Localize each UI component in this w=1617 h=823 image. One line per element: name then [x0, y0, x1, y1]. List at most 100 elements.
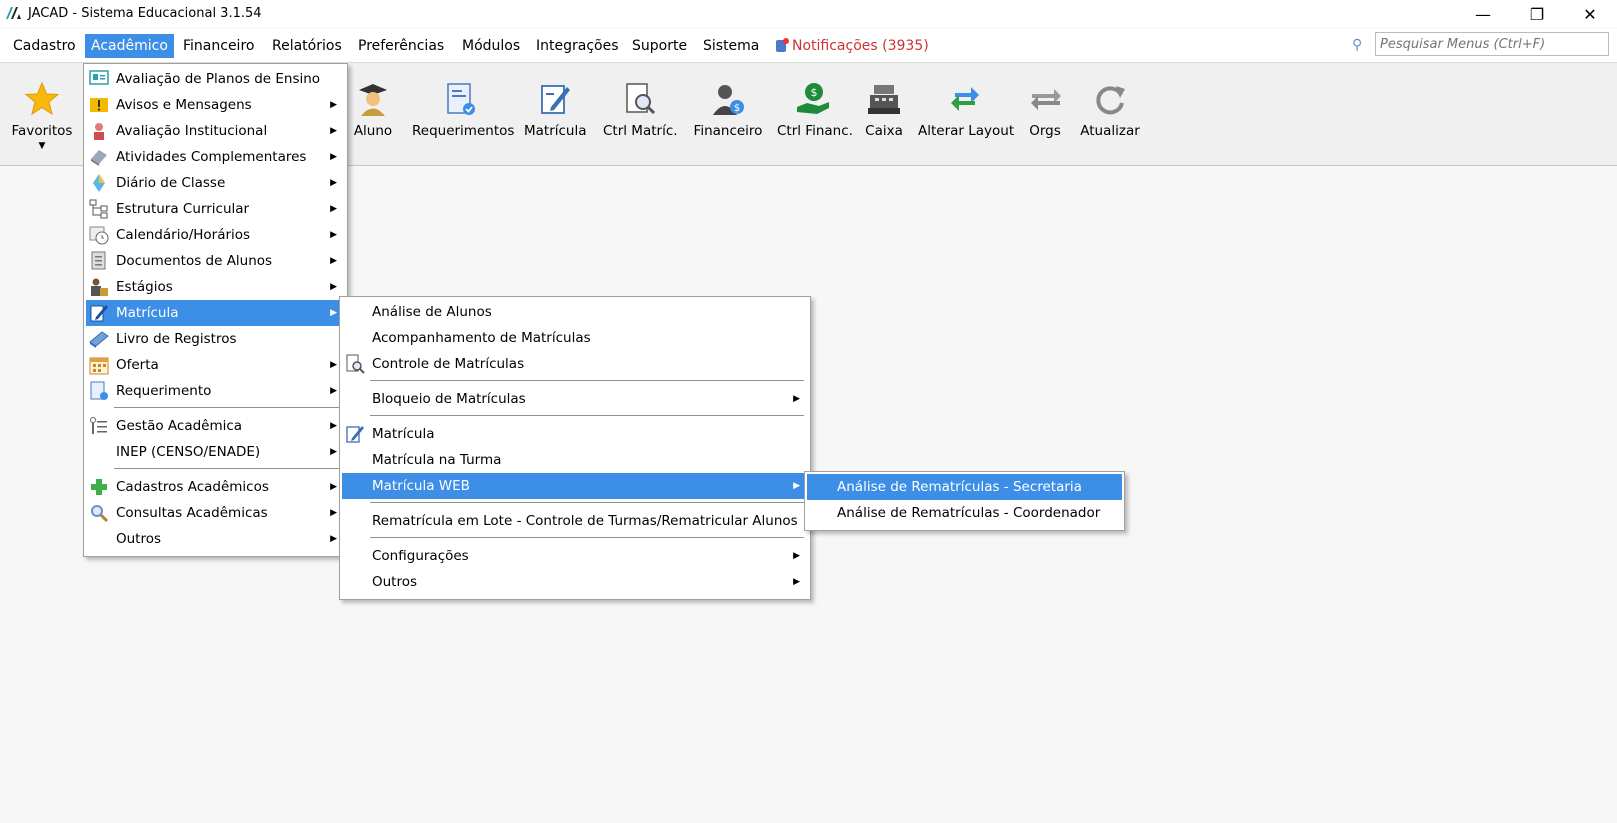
toolbar-atualizar-button[interactable]: Atualizar — [1080, 73, 1140, 139]
toolbar-financeiro-button[interactable]: $ Financeiro — [692, 73, 764, 139]
toolbar-alterar-layout-button[interactable]: Alterar Layout — [918, 73, 1014, 139]
menu-item-atividades-complementares[interactable]: Atividades Complementares ▶ — [86, 144, 345, 170]
internship-icon — [91, 278, 108, 296]
menu-separator — [370, 537, 804, 538]
menu-modulos[interactable]: Módulos — [456, 34, 526, 58]
toolbar-matricula-button[interactable]: Matrícula — [524, 73, 587, 139]
calendar-clock-icon — [89, 226, 109, 245]
menu-relatorios[interactable]: Relatórios — [266, 34, 348, 58]
submenu-arrow-icon: ▶ — [330, 360, 337, 370]
search-icon: ⚲ — [1352, 37, 1363, 53]
menu-item-analise-rematriculas-coordenador[interactable]: Análise de Rematrículas - Coordenador — [807, 500, 1122, 526]
warning-message-icon — [90, 98, 108, 112]
maximize-button[interactable]: ❐ — [1510, 0, 1564, 28]
menu-sistema[interactable]: Sistema — [697, 34, 765, 58]
menu-item-outros[interactable]: Outros ▶ — [342, 569, 808, 595]
menu-separator — [114, 407, 341, 408]
submenu-arrow-icon: ▶ — [793, 577, 800, 587]
menu-integracoes[interactable]: Integrações — [530, 34, 625, 58]
notifications-label: Notificações (3935) — [792, 38, 929, 54]
notifications-menu[interactable]: Notificações (3935) — [770, 34, 935, 58]
menu-item-matricula[interactable]: Matrícula — [342, 421, 808, 447]
menu-item-label: Rematrícula em Lote - Controle de Turmas… — [372, 513, 798, 529]
menu-item-avaliacao-planos[interactable]: Avaliação de Planos de Ensino — [86, 66, 345, 92]
menu-item-controle-matriculas[interactable]: Controle de Matrículas — [342, 351, 808, 377]
menu-item-label: Controle de Matrículas — [372, 356, 525, 372]
star-icon — [22, 79, 62, 119]
menu-item-analise-rematriculas-secretaria[interactable]: Análise de Rematrículas - Secretaria — [807, 474, 1122, 500]
structure-tree-icon — [89, 199, 108, 219]
toolbar-atualizar-label: Atualizar — [1080, 123, 1140, 139]
menu-academico[interactable]: Acadêmico — [85, 34, 174, 58]
menu-item-label: Outros — [372, 574, 418, 590]
toolbar-orgs-button[interactable]: Orgs — [1026, 73, 1064, 139]
toolbar-favorites-button[interactable]: Favoritos ▼ — [6, 73, 78, 151]
menu-item-label: Livro de Registros — [116, 331, 237, 347]
menu-item-outros[interactable]: Outros ▶ — [86, 526, 345, 552]
toolbar-ctrl-financ-button[interactable]: $ Ctrl Financ. — [777, 73, 853, 139]
book-icon — [89, 331, 109, 348]
submenu-arrow-icon: ▶ — [793, 551, 800, 561]
menu-item-gestao-academica[interactable]: Gestão Acadêmica ▶ — [86, 413, 345, 439]
submenu-arrow-icon: ▶ — [330, 256, 337, 266]
menu-item-estagios[interactable]: Estágios ▶ — [86, 274, 345, 300]
submenu-arrow-icon: ▶ — [330, 308, 337, 318]
menu-item-configuracoes[interactable]: Configurações ▶ — [342, 543, 808, 569]
submenu-arrow-icon: ▶ — [330, 100, 337, 110]
submenu-arrow-icon: ▶ — [330, 204, 337, 214]
menu-item-requerimento[interactable]: Requerimento ▶ — [86, 378, 345, 404]
submenu-arrow-icon: ▶ — [330, 447, 337, 457]
menu-item-cadastros-academicos[interactable]: Cadastros Acadêmicos ▶ — [86, 474, 345, 500]
menu-item-avaliacao-institucional[interactable]: Avaliação Institucional ▶ — [86, 118, 345, 144]
menu-item-documentos-alunos[interactable]: Documentos de Alunos ▶ — [86, 248, 345, 274]
menu-item-label: Matrícula WEB — [372, 478, 470, 494]
magnifier-icon — [91, 505, 109, 523]
menu-item-matricula-turma[interactable]: Matrícula na Turma — [342, 447, 808, 473]
toolbar-matricula-label: Matrícula — [524, 123, 587, 139]
menu-item-label: Gestão Acadêmica — [116, 418, 243, 434]
toolbar-caixa-button[interactable]: Caixa — [862, 73, 906, 139]
menu-item-avisos-mensagens[interactable]: Avisos e Mensagens ▶ — [86, 92, 345, 118]
menu-item-rematricula-lote[interactable]: Rematrícula em Lote - Controle de Turmas… — [342, 508, 808, 534]
menu-item-acompanhamento-matriculas[interactable]: Acompanhamento de Matrículas — [342, 325, 808, 351]
menu-cadastro[interactable]: Cadastro — [7, 34, 82, 58]
toolbar-ctrl-matric-button[interactable]: Ctrl Matríc. — [603, 73, 678, 139]
menu-item-bloqueio-matriculas[interactable]: Bloqueio de Matrículas ▶ — [342, 386, 808, 412]
menu-item-label: Consultas Acadêmicas — [116, 505, 268, 521]
menu-item-label: Matrícula — [116, 305, 179, 321]
menu-item-label: Calendário/Horários — [116, 227, 251, 243]
menu-item-analise-alunos[interactable]: Análise de Alunos — [342, 299, 808, 325]
menu-item-estrutura-curricular[interactable]: Estrutura Curricular ▶ — [86, 196, 345, 222]
diary-icon — [93, 174, 105, 192]
toolbar-favorites-label: Favoritos — [11, 123, 73, 139]
document-search-icon — [346, 354, 365, 374]
menu-item-label: Estágios — [116, 279, 173, 295]
menu-item-consultas-academicas[interactable]: Consultas Acadêmicas ▶ — [86, 500, 345, 526]
menu-item-calendario-horarios[interactable]: Calendário/Horários ▶ — [86, 222, 345, 248]
menu-item-diario-classe[interactable]: Diário de Classe ▶ — [86, 170, 345, 196]
menu-financeiro[interactable]: Financeiro — [177, 34, 260, 58]
window-title: JACAD - Sistema Educacional 3.1.54 — [28, 6, 262, 21]
minimize-button[interactable]: — — [1456, 0, 1510, 28]
menu-separator — [370, 502, 804, 503]
menu-preferencias[interactable]: Preferências — [352, 34, 450, 58]
menu-item-inep[interactable]: INEP (CENSO/ENADE) ▶ — [86, 439, 345, 465]
close-button[interactable]: ✕ — [1563, 0, 1617, 28]
menu-item-matricula-web[interactable]: Matrícula WEB ▶ — [342, 473, 808, 499]
menu-item-matricula[interactable]: Matrícula ▶ — [86, 300, 345, 326]
toolbar-requerimentos-button[interactable]: Requerimentos — [412, 73, 514, 139]
enrollment-edit-icon — [535, 79, 575, 119]
toolbar-financeiro-label: Financeiro — [693, 123, 763, 139]
menu-separator — [370, 380, 804, 381]
submenu-arrow-icon: ▶ — [330, 508, 337, 518]
toolbar-aluno-button[interactable]: Aluno — [349, 73, 397, 139]
menu-suporte[interactable]: Suporte — [626, 34, 693, 58]
menu-item-livro-registros[interactable]: Livro de Registros — [86, 326, 345, 352]
money-hand-icon: $ — [793, 79, 833, 119]
submenu-arrow-icon: ▶ — [330, 534, 337, 544]
documents-icon — [91, 251, 106, 270]
search-menus-input[interactable] — [1375, 32, 1609, 56]
svg-text:$: $ — [811, 86, 818, 99]
menu-item-oferta[interactable]: Oferta ▶ — [86, 352, 345, 378]
enrollment-edit-icon — [346, 426, 364, 443]
